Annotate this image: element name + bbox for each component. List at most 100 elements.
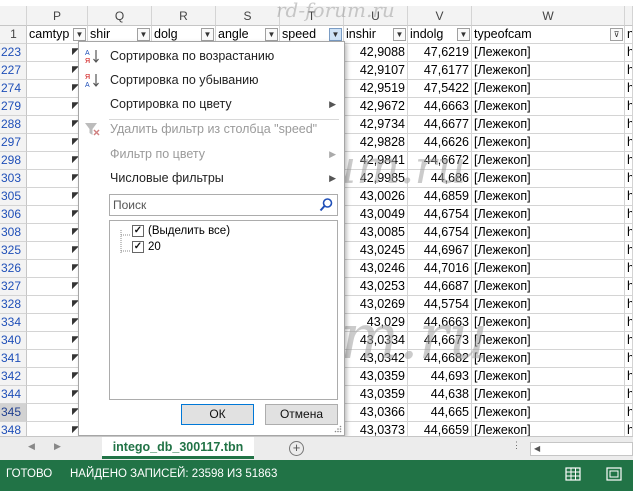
table-cell-indolg[interactable]: 44,6673 (408, 332, 472, 350)
table-cell-inshir[interactable]: 43,0246 (344, 260, 408, 278)
filter-dropdown-icon[interactable]: ▼ (73, 28, 86, 41)
more-options-icon[interactable]: ⋮ (512, 440, 521, 451)
table-cell-inshir[interactable]: 43,0253 (344, 278, 408, 296)
column-header-q[interactable]: Q (88, 6, 152, 26)
table-cell-last[interactable]: h (625, 170, 633, 188)
table-cell-indolg[interactable]: 44,5754 (408, 296, 472, 314)
table-cell-type[interactable]: [Лежекоп] (472, 260, 625, 278)
page-layout-view-icon[interactable] (601, 463, 627, 485)
column-header-corner[interactable] (0, 6, 27, 26)
table-cell-last[interactable]: h (625, 134, 633, 152)
normal-view-icon[interactable] (560, 463, 586, 485)
table-cell-type[interactable]: [Лежекоп] (472, 224, 625, 242)
table-cell-inshir[interactable]: 43,0269 (344, 296, 408, 314)
table-cell-indolg[interactable]: 47,6177 (408, 62, 472, 80)
table-cell-type[interactable]: [Лежекоп] (472, 134, 625, 152)
row-number[interactable]: 298 (0, 152, 27, 170)
filter-values-list[interactable]: ✓ (Выделить все) ✓ 20 (109, 220, 338, 400)
row-number[interactable]: 308 (0, 224, 27, 242)
table-cell-type[interactable]: [Лежекоп] (472, 188, 625, 206)
table-cell-inshir[interactable]: 43,0334 (344, 332, 408, 350)
row-number[interactable]: 340 (0, 332, 27, 350)
scroll-tabs-left-icon[interactable]: ◀ (28, 441, 35, 452)
table-cell-last[interactable]: h (625, 98, 633, 116)
table-cell-indolg[interactable]: 44,693 (408, 368, 472, 386)
table-cell-inshir[interactable]: 42,9985 (344, 170, 408, 188)
table-cell-type[interactable]: [Лежекоп] (472, 170, 625, 188)
table-cell-type[interactable]: [Лежекоп] (472, 278, 625, 296)
sort-ascending-item[interactable]: A Я Сортировка по возрастанию (79, 44, 344, 68)
row-number[interactable]: 227 (0, 62, 27, 80)
filter-dropdown-icon[interactable]: ▼ (457, 28, 470, 41)
table-cell-last[interactable]: h (625, 422, 633, 436)
row-number[interactable]: 288 (0, 116, 27, 134)
table-cell-type[interactable]: [Лежекоп] (472, 350, 625, 368)
table-cell-inshir[interactable]: 43,0245 (344, 242, 408, 260)
filter-dropdown-icon[interactable]: ▼ (393, 28, 406, 41)
row-number[interactable]: 223 (0, 44, 27, 62)
table-cell-last[interactable]: h (625, 314, 633, 332)
table-cell-inshir[interactable]: 43,0049 (344, 206, 408, 224)
row-number[interactable]: 327 (0, 278, 27, 296)
scroll-left-icon[interactable]: ◀ (534, 444, 540, 453)
table-cell-type[interactable]: [Лежекоп] (472, 44, 625, 62)
row-number[interactable]: 344 (0, 386, 27, 404)
row-number[interactable]: 274 (0, 80, 27, 98)
header-cell[interactable]: indolg ▼ (408, 26, 472, 44)
table-cell-type[interactable]: [Лежекоп] (472, 206, 625, 224)
row-number[interactable]: 348 (0, 422, 27, 436)
table-cell-last[interactable]: h (625, 44, 633, 62)
row-number[interactable]: 297 (0, 134, 27, 152)
row-number[interactable]: 341 (0, 350, 27, 368)
table-cell-inshir[interactable]: 43,0026 (344, 188, 408, 206)
table-cell-inshir[interactable]: 42,9088 (344, 44, 408, 62)
table-cell-type[interactable]: [Лежекоп] (472, 242, 625, 260)
row-number[interactable]: 325 (0, 242, 27, 260)
row-number[interactable]: 305 (0, 188, 27, 206)
filter-dropdown-icon[interactable]: ▼ (201, 28, 214, 41)
select-all-checkbox[interactable]: ✓ (132, 225, 144, 237)
table-cell-indolg[interactable]: 44,638 (408, 386, 472, 404)
table-cell-type[interactable]: [Лежекоп] (472, 422, 625, 436)
row-number[interactable]: 328 (0, 296, 27, 314)
table-cell-last[interactable]: h (625, 260, 633, 278)
table-cell-indolg[interactable]: 44,7016 (408, 260, 472, 278)
table-cell-type[interactable]: [Лежекоп] (472, 332, 625, 350)
table-cell-last[interactable]: h (625, 152, 633, 170)
table-cell-last[interactable]: h (625, 116, 633, 134)
clear-filter-item[interactable]: Удалить фильтр из столбца "speed" (79, 117, 344, 141)
sheet-tab[interactable]: intego_db_300117.tbn (102, 437, 254, 459)
scroll-tabs-right-icon[interactable]: ▶ (54, 441, 61, 452)
table-cell-indolg[interactable]: 44,6754 (408, 206, 472, 224)
table-cell-last[interactable]: h (625, 278, 633, 296)
header-cell[interactable]: n (625, 26, 633, 44)
resize-grip-icon[interactable] (334, 425, 342, 433)
add-sheet-icon[interactable]: + (289, 441, 304, 456)
table-cell-last[interactable]: h (625, 296, 633, 314)
table-cell-indolg[interactable]: 44,6626 (408, 134, 472, 152)
value-checkbox[interactable]: ✓ (132, 241, 144, 253)
table-cell-inshir[interactable]: 42,9734 (344, 116, 408, 134)
table-cell-inshir[interactable]: 43,0359 (344, 386, 408, 404)
table-cell-indolg[interactable]: 44,6663 (408, 314, 472, 332)
table-cell-type[interactable]: [Лежекоп] (472, 62, 625, 80)
filter-dropdown-icon[interactable]: ▼ (329, 28, 342, 41)
table-cell-last[interactable]: h (625, 242, 633, 260)
table-cell-last[interactable]: h (625, 386, 633, 404)
row-number[interactable]: 345 (0, 404, 27, 422)
column-header-t[interactable]: T (280, 6, 344, 26)
table-cell-last[interactable]: h (625, 350, 633, 368)
table-cell-inshir[interactable]: 43,029 (344, 314, 408, 332)
table-cell-last[interactable]: h (625, 188, 633, 206)
filter-dropdown-icon[interactable]: ▼ (265, 28, 278, 41)
table-cell-indolg[interactable]: 44,6859 (408, 188, 472, 206)
row-number[interactable]: 1 (0, 26, 27, 44)
table-cell-indolg[interactable]: 44,6682 (408, 350, 472, 368)
table-cell-indolg[interactable]: 44,6754 (408, 224, 472, 242)
column-header-r[interactable]: R (152, 6, 216, 26)
column-header-w[interactable]: W (472, 6, 625, 26)
table-cell-indolg[interactable]: 44,6687 (408, 278, 472, 296)
table-cell-type[interactable]: [Лежекоп] (472, 80, 625, 98)
table-cell-last[interactable]: h (625, 80, 633, 98)
header-cell[interactable]: typeofcam ⊽ (472, 26, 625, 44)
